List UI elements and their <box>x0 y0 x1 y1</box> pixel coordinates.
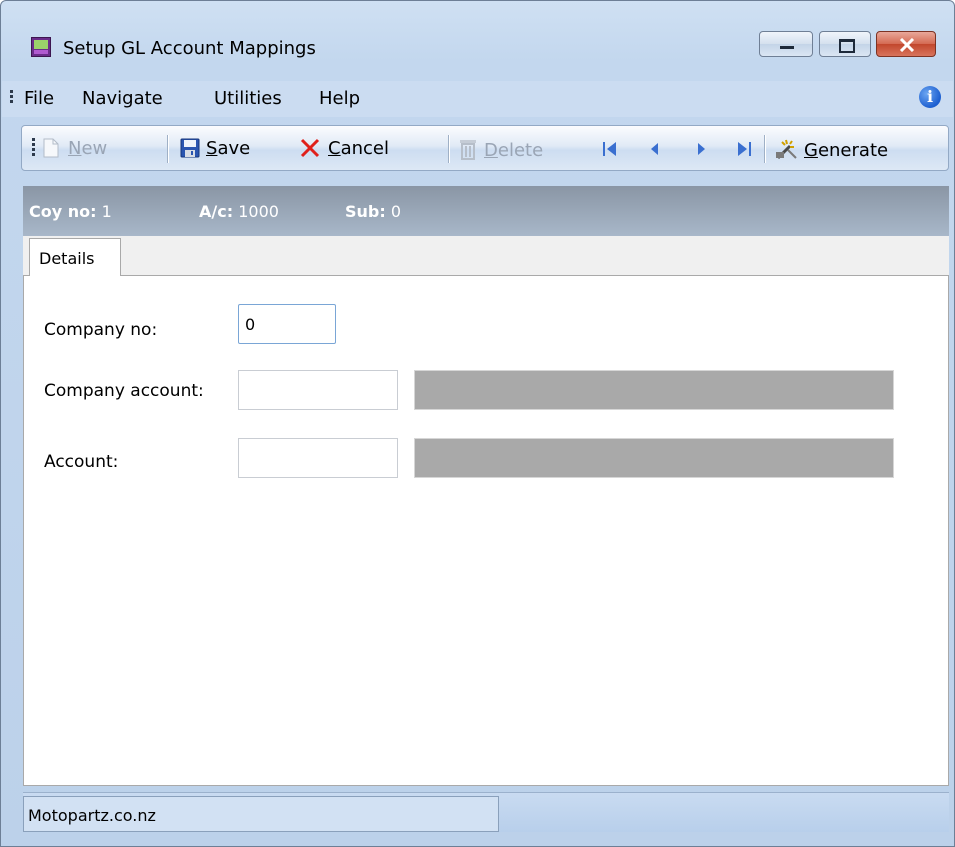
company-account-description <box>414 370 894 410</box>
last-record-icon[interactable] <box>736 140 752 158</box>
sub-value: 0 <box>390 202 402 221</box>
record-header: Coy no: 1 A/c: 1000 Sub: 0 <box>23 186 949 236</box>
toolbar-separator <box>448 135 449 163</box>
maximize-icon <box>839 39 855 53</box>
account-field-label: Account: <box>44 452 119 472</box>
status-company: Motopartz.co.nz <box>23 796 499 832</box>
wand-icon <box>776 139 797 160</box>
generate-button[interactable]: Generate <box>774 138 888 161</box>
account-description <box>414 438 894 478</box>
menu-grip-icon[interactable] <box>10 90 13 105</box>
sub-label: Sub: <box>345 202 386 221</box>
company-account-label: Company account: <box>44 381 204 401</box>
next-record-icon[interactable] <box>696 140 708 158</box>
menu-navigate[interactable]: Navigate <box>82 88 163 109</box>
app-icon <box>31 37 51 57</box>
minimize-button[interactable] <box>759 31 813 57</box>
maximize-button[interactable] <box>819 31 871 57</box>
coy-no-value: 1 <box>101 202 112 221</box>
toolbar-grip-icon[interactable] <box>32 138 35 158</box>
first-record-icon[interactable] <box>602 140 618 158</box>
trash-icon <box>460 140 476 160</box>
red-x-icon <box>300 138 320 158</box>
close-icon <box>899 38 915 52</box>
toolbar: New Save Cancel Delete Generate <box>21 125 949 171</box>
tab-details[interactable]: Details <box>29 238 121 276</box>
account-input[interactable] <box>238 438 398 478</box>
company-no-input[interactable]: 0 <box>238 304 336 344</box>
toolbar-separator <box>167 135 168 163</box>
new-document-icon <box>43 138 59 158</box>
delete-button[interactable]: Delete <box>458 138 543 161</box>
floppy-disk-icon <box>180 138 200 158</box>
save-button[interactable]: Save <box>180 138 250 159</box>
toolbar-separator <box>764 135 765 163</box>
menu-utilities[interactable]: Utilities <box>214 88 282 109</box>
coy-no-label: Coy no: <box>29 202 97 221</box>
menu-bar: File Navigate Utilities Help i <box>2 81 953 117</box>
info-icon[interactable]: i <box>919 86 941 108</box>
company-no-label: Company no: <box>44 320 158 340</box>
app-window: Setup GL Account Mappings File Navigate … <box>0 0 955 847</box>
window-title: Setup GL Account Mappings <box>63 38 316 59</box>
details-panel: Company no: 0 Company account: Account: <box>23 276 949 786</box>
company-account-input[interactable] <box>238 370 398 410</box>
menu-help[interactable]: Help <box>319 88 360 109</box>
account-label: A/c: <box>199 202 234 221</box>
status-bar: Motopartz.co.nz <box>23 792 949 832</box>
title-bar[interactable]: Setup GL Account Mappings <box>1 1 954 59</box>
minimize-icon <box>780 46 794 49</box>
new-button[interactable]: New <box>42 138 107 159</box>
cancel-button[interactable]: Cancel <box>300 138 389 159</box>
tab-strip: Details <box>23 236 949 276</box>
close-button[interactable] <box>876 31 936 57</box>
menu-file[interactable]: File <box>24 88 54 109</box>
previous-record-icon[interactable] <box>648 140 660 158</box>
account-value: 1000 <box>238 202 279 221</box>
